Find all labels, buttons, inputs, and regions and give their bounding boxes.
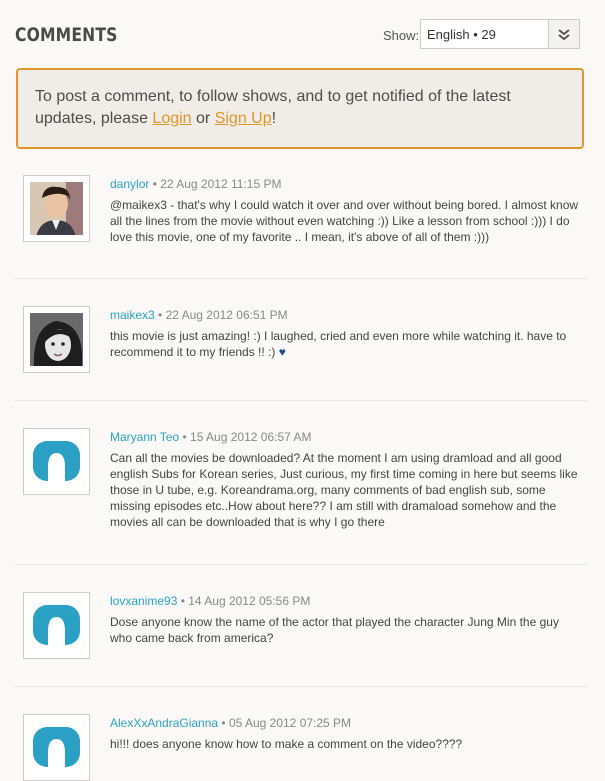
notice-or: or	[191, 110, 215, 127]
comment-text: @maikex3 - that's why I could watch it o…	[110, 198, 579, 244]
user-photo-icon	[30, 313, 83, 366]
comment-meta: lovxanime93 • 14 Aug 2012 05:56 PM	[110, 594, 310, 608]
comment-meta: maikex3 • 22 Aug 2012 06:51 PM	[110, 308, 288, 322]
comment-meta: danylor • 22 Aug 2012 11:15 PM	[110, 177, 281, 191]
avatar[interactable]	[23, 306, 90, 373]
comment-meta: Maryann Teo • 15 Aug 2012 06:57 AM	[110, 430, 311, 444]
comment-text: Dose anyone know the name of the actor t…	[110, 615, 559, 645]
heart-icon: ♥	[278, 345, 286, 359]
double-chevron-down-icon	[558, 29, 570, 41]
comments-header: COMMENTS Show: English • 29	[15, 18, 587, 52]
comment-username[interactable]: lovxanime93	[110, 594, 177, 608]
show-label: Show:	[383, 28, 420, 43]
comment-username[interactable]: Maryann Teo	[110, 430, 179, 444]
login-notice: To post a comment, to follow shows, and …	[16, 68, 584, 149]
comment-date: • 15 Aug 2012 06:57 AM	[182, 430, 312, 444]
comment-username[interactable]: AlexXxAndraGianna	[110, 716, 218, 730]
comment-date: • 22 Aug 2012 11:15 PM	[152, 177, 282, 191]
comment-date: • 05 Aug 2012 07:25 PM	[221, 716, 352, 730]
comment-text-body: this movie is just amazing! :) I laughed…	[110, 329, 567, 359]
user-photo-icon	[30, 182, 83, 235]
default-avatar-icon	[33, 605, 80, 645]
avatar[interactable]	[23, 428, 90, 495]
comment-text: this movie is just amazing! :) I laughed…	[110, 328, 580, 360]
avatar[interactable]	[23, 592, 90, 659]
comment-item: maikex3 • 22 Aug 2012 06:51 PM this movi…	[15, 279, 587, 401]
avatar[interactable]	[23, 175, 90, 242]
comment-date: • 14 Aug 2012 05:56 PM	[180, 594, 311, 608]
login-link[interactable]: Login	[152, 110, 191, 127]
comment-item: danylor • 22 Aug 2012 11:15 PM @maikex3 …	[15, 162, 587, 279]
comment-item: Maryann Teo • 15 Aug 2012 06:57 AM Can a…	[15, 401, 587, 565]
comment-date: • 22 Aug 2012 06:51 PM	[158, 308, 288, 322]
language-select-value: English • 29	[427, 27, 496, 42]
comments-list: danylor • 22 Aug 2012 11:15 PM @maikex3 …	[15, 162, 587, 781]
comment-username[interactable]: maikex3	[110, 308, 155, 322]
notice-end: !	[271, 110, 277, 127]
comment-text: Can all the movies be downloaded? At the…	[110, 451, 578, 529]
comment-item: lovxanime93 • 14 Aug 2012 05:56 PM Dose …	[15, 565, 587, 687]
language-select-toggle[interactable]	[548, 20, 579, 48]
comment-meta: AlexXxAndraGianna • 05 Aug 2012 07:25 PM	[110, 716, 351, 730]
default-avatar-icon	[33, 727, 80, 767]
comment-username[interactable]: danylor	[110, 177, 149, 191]
page-title: COMMENTS	[15, 24, 118, 46]
comment-text: hi!!! does anyone know how to make a com…	[110, 737, 463, 751]
default-avatar-icon	[33, 441, 80, 481]
language-select[interactable]: English • 29	[420, 19, 580, 49]
comment-item: AlexXxAndraGianna • 05 Aug 2012 07:25 PM…	[15, 687, 587, 781]
signup-link[interactable]: Sign Up	[215, 110, 272, 127]
avatar[interactable]	[23, 714, 90, 781]
